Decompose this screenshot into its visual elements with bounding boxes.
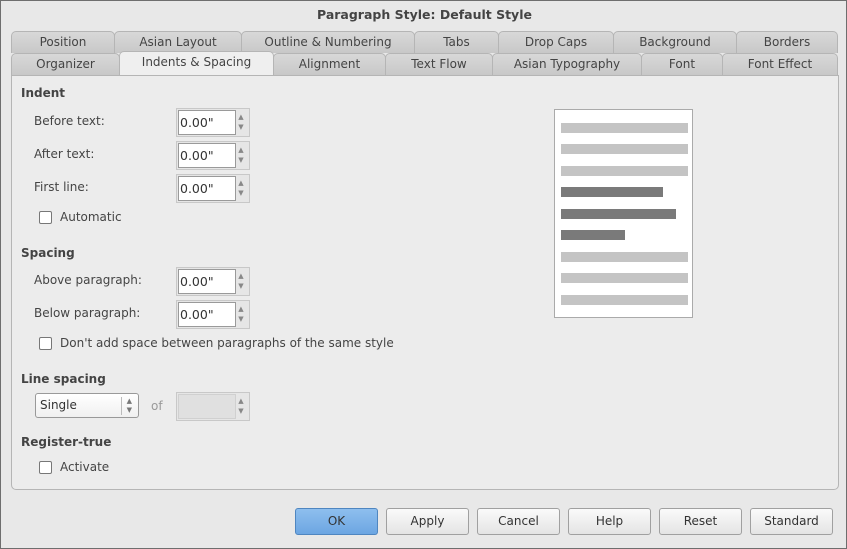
automatic-label: Automatic [60,210,122,224]
spin-arrows-icon[interactable]: ▲ ▼ [235,271,247,291]
preview-line [561,166,688,176]
tab-alignment[interactable]: Alignment [273,53,386,75]
line-spacing-value: Single [40,398,77,412]
tab-font[interactable]: Font [641,53,723,75]
register-true-heading: Register-true [21,435,112,449]
below-paragraph-input[interactable]: 0.00" [178,302,236,327]
preview-line [561,273,688,283]
dont-add-space-checkbox[interactable] [39,337,52,350]
indent-heading: Indent [21,86,66,100]
spin-arrows-icon[interactable]: ▲ ▼ [235,304,247,324]
before-text-input[interactable]: 0.00" [178,110,236,135]
help-button[interactable]: Help [568,508,651,535]
preview-line [561,144,688,154]
after-text-label: After text: [34,147,95,161]
tab-indents-spacing[interactable]: Indents & Spacing [119,51,274,75]
cancel-button[interactable]: Cancel [477,508,560,535]
line-spacing-select[interactable]: Single ▲ ▼ [35,393,139,418]
above-paragraph-label: Above paragraph: [34,273,142,287]
activate-label: Activate [60,460,110,474]
line-spacing-of-spinner[interactable]: ▲ ▼ [176,392,250,421]
dialog-window: Paragraph Style: Default Style Position … [0,0,847,549]
apply-button[interactable]: Apply [386,508,469,535]
preview-line [561,123,688,133]
preview-line-current [561,230,625,240]
first-line-spinner[interactable]: 0.00" ▲ ▼ [176,174,250,203]
dialog-title: Paragraph Style: Default Style [317,7,532,22]
tab-position[interactable]: Position [11,31,115,53]
dont-add-space-label: Don't add space between paragraphs of th… [60,336,394,350]
spin-arrows-icon[interactable]: ▲ ▼ [235,145,247,165]
preview-line [561,252,688,262]
spin-arrows-icon[interactable]: ▲ ▼ [235,178,247,198]
preview-line-current [561,187,663,197]
spacing-heading: Spacing [21,246,75,260]
tab-text-flow[interactable]: Text Flow [385,53,493,75]
before-text-spinner[interactable]: 0.00" ▲ ▼ [176,108,250,137]
above-paragraph-input[interactable]: 0.00" [178,269,236,294]
indents-spacing-panel: Indent Before text: 0.00" ▲ ▼ After text: … [11,75,839,490]
tab-font-effect[interactable]: Font Effect [722,53,838,75]
below-paragraph-label: Below paragraph: [34,306,141,320]
ok-button[interactable]: OK [295,508,378,535]
first-line-input[interactable]: 0.00" [178,176,236,201]
above-paragraph-spinner[interactable]: 0.00" ▲ ▼ [176,267,250,296]
tab-drop-caps[interactable]: Drop Caps [498,31,614,53]
tab-outline-numbering[interactable]: Outline & Numbering [241,31,415,53]
automatic-checkbox[interactable] [39,211,52,224]
activate-checkbox[interactable] [39,461,52,474]
tab-background[interactable]: Background [613,31,737,53]
tab-tabs[interactable]: Tabs [414,31,499,53]
tab-organizer[interactable]: Organizer [11,53,120,75]
below-paragraph-spinner[interactable]: 0.00" ▲ ▼ [176,300,250,329]
after-text-input[interactable]: 0.00" [178,143,236,168]
spin-arrows-icon[interactable]: ▲ ▼ [235,112,247,132]
standard-button[interactable]: Standard [750,508,833,535]
of-label: of [151,399,163,413]
first-line-label: First line: [34,180,89,194]
of-input[interactable] [178,394,236,419]
tab-asian-typography[interactable]: Asian Typography [492,53,642,75]
preview-line [561,295,688,305]
line-spacing-heading: Line spacing [21,372,106,386]
before-text-label: Before text: [34,114,105,128]
paragraph-preview [554,109,693,318]
tab-borders[interactable]: Borders [736,31,838,53]
tab-asian-layout[interactable]: Asian Layout [114,31,242,53]
spin-arrows-icon[interactable]: ▲ ▼ [235,396,247,416]
preview-line-current [561,209,676,219]
reset-button[interactable]: Reset [659,508,742,535]
spin-arrows-icon[interactable]: ▲ ▼ [120,397,132,415]
after-text-spinner[interactable]: 0.00" ▲ ▼ [176,141,250,170]
